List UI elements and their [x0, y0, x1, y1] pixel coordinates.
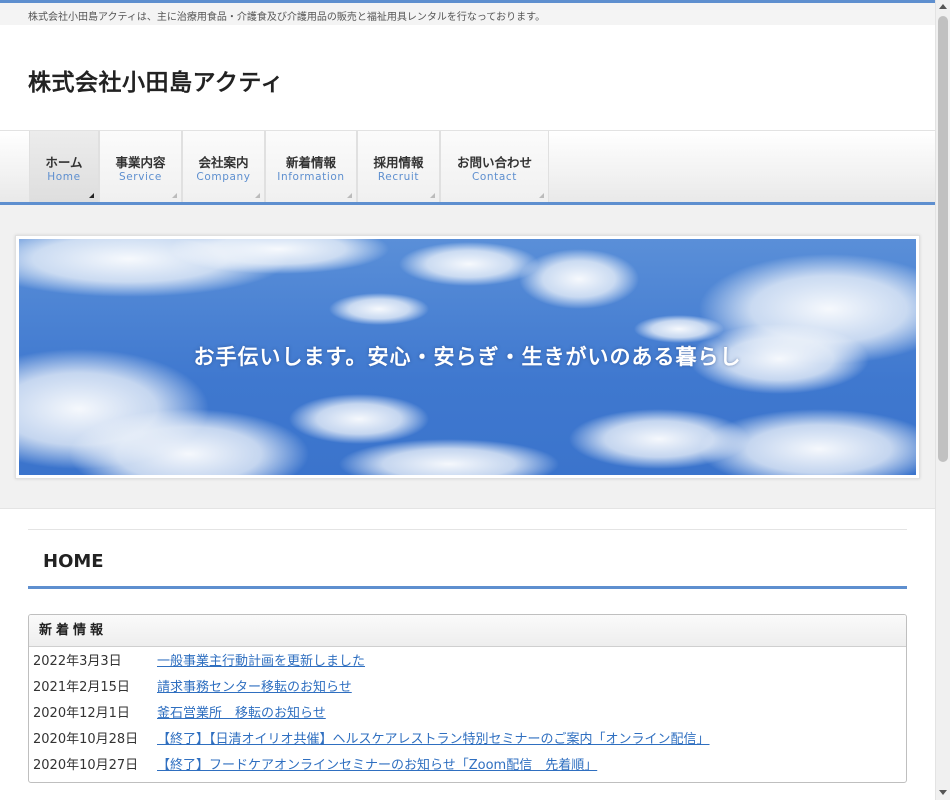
nav-item-sublabel: Company	[196, 171, 251, 183]
nav-item-label: 事業内容	[115, 155, 166, 170]
news-item: 2020年10月27日 【終了】フードケアオンラインセミナーのお知らせ「Zoom…	[29, 753, 906, 779]
page-scrollbar[interactable]	[935, 0, 950, 800]
scrollbar-thumb[interactable]	[938, 16, 948, 462]
nav-item-sublabel: Home	[47, 171, 81, 183]
news-list: 2022年3月3日 一般事業主行動計画を更新しました 2021年2月15日 請求…	[29, 647, 906, 779]
global-nav: ホーム Home 事業内容 Service 会社案内 Company 新着情報 …	[0, 131, 935, 205]
news-link[interactable]: 一般事業主行動計画を更新しました	[157, 649, 365, 675]
main-content: HOME 新着情報 2022年3月3日 一般事業主行動計画を更新しました 202…	[0, 509, 935, 800]
corner-arrow-icon	[347, 193, 352, 198]
site-title-link[interactable]: 株式会社小田島アクティ	[28, 63, 284, 97]
nav-item-label: ホーム	[45, 155, 83, 170]
nav-item-label: 会社案内	[198, 155, 249, 170]
nav-item-company[interactable]: 会社案内 Company	[182, 131, 265, 202]
page-title-box: HOME	[28, 529, 907, 589]
news-link[interactable]: 【終了】フードケアオンラインセミナーのお知らせ「Zoom配信 先着順」	[157, 753, 597, 779]
news-panel: 新着情報 2022年3月3日 一般事業主行動計画を更新しました 2021年2月1…	[28, 614, 907, 783]
nav-item-sublabel: Information	[277, 171, 345, 183]
news-link[interactable]: 【終了】【日清オイリオ共催】ヘルスケアレストラン特別セミナーのご案内「オンライン…	[157, 727, 710, 753]
news-date: 2021年2月15日	[33, 680, 130, 695]
nav-item-information[interactable]: 新着情報 Information	[265, 131, 357, 202]
corner-arrow-icon	[539, 193, 544, 198]
scroll-up-arrow-icon[interactable]	[939, 4, 947, 9]
news-item: 2020年10月28日 【終了】【日清オイリオ共催】ヘルスケアレストラン特別セミ…	[29, 727, 906, 753]
news-item: 2021年2月15日 請求事務センター移転のお知らせ	[29, 675, 906, 701]
nav-item-recruit[interactable]: 採用情報 Recruit	[357, 131, 440, 202]
news-date: 2020年10月27日	[33, 758, 139, 773]
nav-item-label: 新着情報	[285, 155, 336, 170]
nav-item-home[interactable]: ホーム Home	[29, 131, 99, 202]
news-item: 2022年3月3日 一般事業主行動計画を更新しました	[29, 649, 906, 675]
hero-image: お手伝いします。安心・安らぎ・生きがいのある暮らし	[19, 239, 916, 475]
hero-catchphrase: お手伝いします。安心・安らぎ・生きがいのある暮らし	[193, 345, 742, 369]
corner-arrow-icon	[89, 193, 94, 198]
news-heading: 新着情報	[29, 615, 906, 647]
site-tagline: 株式会社小田島アクティは、主に治療用食品・介護食及び介護用品の販売と福祉用具レン…	[28, 12, 546, 23]
nav-item-service[interactable]: 事業内容 Service	[99, 131, 182, 202]
corner-arrow-icon	[430, 193, 435, 198]
nav-item-sublabel: Recruit	[377, 171, 420, 183]
page-title: HOME	[43, 551, 104, 572]
scroll-down-arrow-icon[interactable]	[939, 790, 947, 795]
news-date: 2020年12月1日	[33, 706, 130, 721]
news-item: 2020年12月1日 釜石営業所 移転のお知らせ	[29, 701, 906, 727]
nav-item-label: お問い合わせ	[456, 155, 532, 170]
hero-frame: お手伝いします。安心・安らぎ・生きがいのある暮らし	[15, 235, 920, 479]
hero-section: お手伝いします。安心・安らぎ・生きがいのある暮らし	[0, 205, 935, 509]
corner-arrow-icon	[255, 193, 260, 198]
site-header: 株式会社小田島アクティ	[0, 25, 935, 131]
nav-item-sublabel: Service	[118, 171, 162, 183]
news-link[interactable]: 請求事務センター移転のお知らせ	[157, 675, 352, 701]
tagline-bar: 株式会社小田島アクティは、主に治療用食品・介護食及び介護用品の販売と福祉用具レン…	[0, 3, 935, 25]
nav-item-label: 採用情報	[373, 155, 424, 170]
news-date: 2022年3月3日	[33, 654, 122, 669]
nav-item-sublabel: Contact	[471, 171, 518, 183]
news-link[interactable]: 釜石営業所 移転のお知らせ	[157, 701, 326, 727]
corner-arrow-icon	[172, 193, 177, 198]
news-date: 2020年10月28日	[33, 732, 139, 747]
nav-item-contact[interactable]: お問い合わせ Contact	[440, 131, 549, 202]
